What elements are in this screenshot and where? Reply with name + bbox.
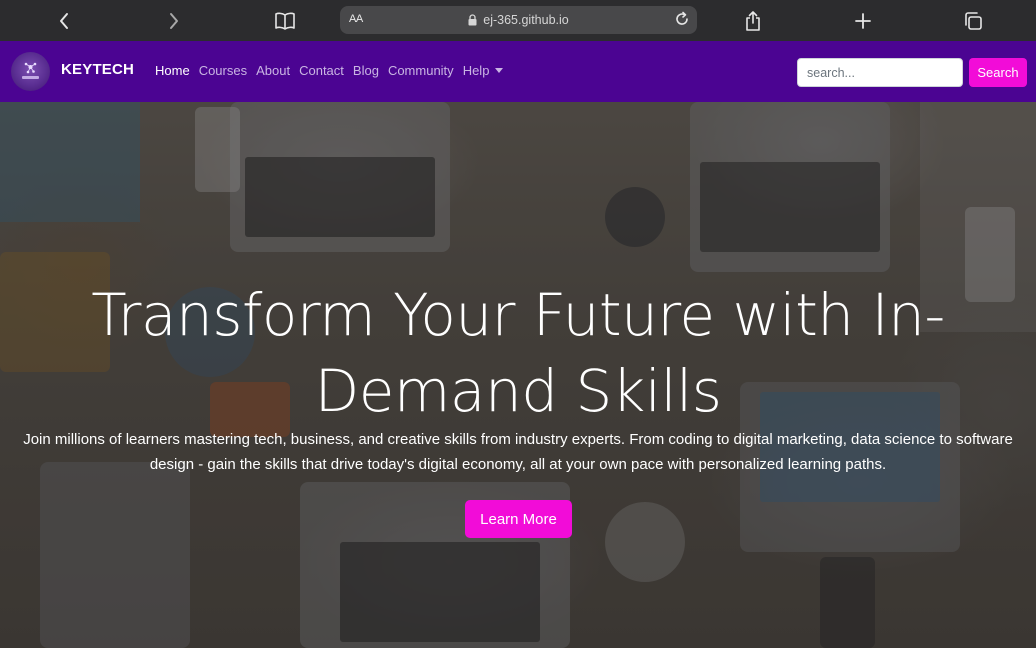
search-input[interactable] bbox=[797, 58, 963, 87]
nav-link-about[interactable]: About bbox=[256, 63, 290, 78]
site-logo[interactable] bbox=[11, 52, 50, 91]
nav-link-help-dropdown[interactable]: Help bbox=[463, 63, 504, 78]
reload-icon[interactable] bbox=[673, 10, 691, 32]
nav-links: Home Courses About Contact Blog Communit… bbox=[155, 63, 512, 78]
nav-link-home[interactable]: Home bbox=[155, 63, 190, 78]
nav-link-contact[interactable]: Contact bbox=[299, 63, 344, 78]
forward-icon[interactable] bbox=[162, 0, 186, 41]
lock-icon bbox=[468, 11, 477, 30]
address-bar[interactable]: AA ej-365.github.io bbox=[340, 6, 697, 34]
hero-subtitle: Join millions of learners mastering tech… bbox=[23, 431, 1013, 473]
share-icon[interactable] bbox=[741, 0, 765, 41]
browser-toolbar: AA ej-365.github.io bbox=[0, 0, 1036, 41]
nav-link-help-label: Help bbox=[462, 63, 490, 78]
nav-link-courses[interactable]: Courses bbox=[199, 63, 247, 78]
site-navbar: KEYTECH Home Courses About Contact Blog … bbox=[0, 41, 1036, 102]
search-button[interactable]: Search bbox=[969, 58, 1027, 87]
nav-link-community[interactable]: Community bbox=[388, 63, 454, 78]
tabs-icon[interactable] bbox=[961, 0, 985, 41]
back-icon[interactable] bbox=[52, 0, 76, 41]
hero-section: Transform Your Future with In-Demand Ski… bbox=[0, 102, 1036, 648]
new-tab-icon[interactable] bbox=[851, 0, 875, 41]
hero-title: Transform Your Future with In-Demand Ski… bbox=[91, 281, 945, 425]
brand-name[interactable]: KEYTECH bbox=[61, 61, 134, 78]
caret-down-icon bbox=[495, 68, 504, 73]
learn-more-button[interactable]: Learn More bbox=[465, 500, 572, 538]
bookmarks-icon[interactable] bbox=[272, 0, 298, 41]
url-text: ej-365.github.io bbox=[483, 13, 569, 27]
nav-link-blog[interactable]: Blog bbox=[353, 63, 379, 78]
